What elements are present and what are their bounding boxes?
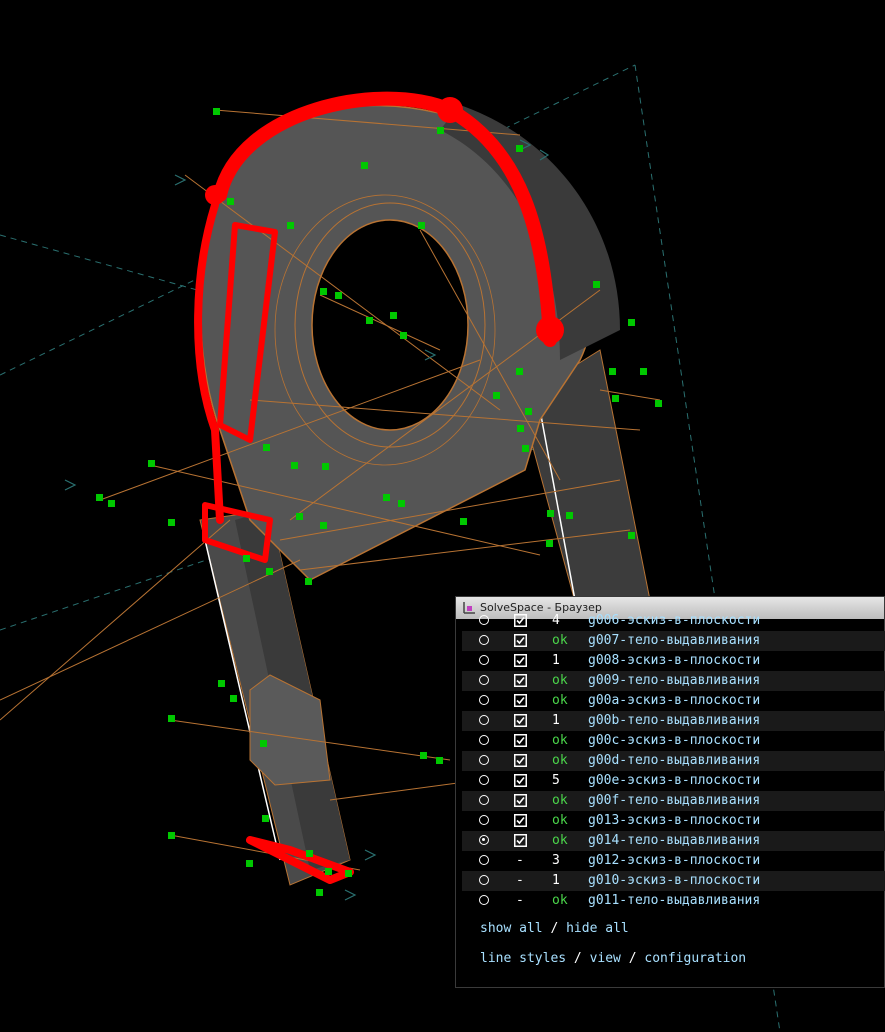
separator: / [550,921,559,936]
visibility-na: - [516,853,524,868]
visibility-checkbox-icon[interactable] [514,694,527,707]
visibility-checkbox-icon[interactable] [514,714,527,727]
active-group-radio[interactable] [479,615,489,625]
group-name-link[interactable]: g009-тело-выдавливания [588,671,760,691]
group-name-link[interactable]: g010-эскиз-в-плоскости [588,871,760,891]
line-styles-link[interactable]: line styles [480,951,566,966]
group-status: ok [552,833,568,848]
separator: / [573,951,582,966]
active-group-radio[interactable] [479,655,489,665]
active-group-radio[interactable] [479,715,489,725]
group-status: ok [552,893,568,908]
group-name-link[interactable]: g00f-тело-выдавливания [588,791,760,811]
active-group-radio[interactable] [479,795,489,805]
group-row[interactable]: ok g009-тело-выдавливания [462,671,885,691]
visibility-na: - [516,893,524,908]
hide-all-link[interactable]: hide all [566,921,629,936]
show-all-link[interactable]: show all [480,921,543,936]
visibility-checkbox-icon[interactable] [514,614,527,627]
visibility-checkbox-icon[interactable] [514,814,527,827]
group-status: ok [552,673,568,688]
group-status: ok [552,633,568,648]
group-name-link[interactable]: g007-тело-выдавливания [588,631,760,651]
group-row[interactable]: ok g00c-эскиз-в-плоскости [462,731,885,751]
group-status: 3 [552,853,560,868]
visibility-checkbox-icon[interactable] [514,634,527,647]
group-status: 1 [552,653,560,668]
active-group-radio[interactable] [479,775,489,785]
active-group-radio[interactable] [479,635,489,645]
active-group-radio[interactable] [479,675,489,685]
group-status: ok [552,793,568,808]
visibility-checkbox-icon[interactable] [514,754,527,767]
group-name-link[interactable]: g013-эскиз-в-плоскости [588,811,760,831]
settings-actions: line styles / view / configuration [480,951,746,966]
group-row[interactable]: - ok g011-тело-выдавливания [462,891,885,911]
separator: / [628,951,637,966]
group-name-link[interactable]: g011-тело-выдавливания [588,891,760,911]
active-group-radio[interactable] [479,815,489,825]
group-name-link[interactable]: g012-эскиз-в-плоскости [588,851,760,871]
group-name-link[interactable]: g008-эскиз-в-плоскости [588,651,760,671]
visibility-checkbox-icon[interactable] [514,734,527,747]
visibility-checkbox-icon[interactable] [514,654,527,667]
active-group-radio[interactable] [479,875,489,885]
active-group-radio[interactable] [479,755,489,765]
group-name-link[interactable]: g00d-тело-выдавливания [588,751,760,771]
active-group-radio[interactable] [479,895,489,905]
group-name-link[interactable]: g006-эскиз-в-плоскости [588,611,760,631]
group-row[interactable]: 4 g006-эскиз-в-плоскости [462,611,885,631]
group-status: ok [552,693,568,708]
active-group-radio[interactable] [479,855,489,865]
group-row[interactable]: - 3 g012-эскиз-в-плоскости [462,851,885,871]
group-name-link[interactable]: g00b-тело-выдавливания [588,711,760,731]
group-status: ok [552,733,568,748]
visibility-checkbox-icon[interactable] [514,794,527,807]
group-row[interactable]: 1 g00b-тело-выдавливания [462,711,885,731]
active-group-radio[interactable] [479,695,489,705]
group-status: 1 [552,873,560,888]
visibility-actions: show all / hide all [480,921,629,936]
group-name-link[interactable]: g00e-эскиз-в-плоскости [588,771,760,791]
configuration-link[interactable]: configuration [644,951,746,966]
visibility-checkbox-icon[interactable] [514,774,527,787]
browser-window[interactable]: SolveSpace - Браузер 4 g006-эскиз-в-плоск… [455,596,885,988]
group-name-link[interactable]: g014-тело-выдавливания [588,831,760,851]
visibility-checkbox-icon[interactable] [514,834,527,847]
view-link[interactable]: view [590,951,621,966]
group-status: ok [552,813,568,828]
visibility-na: - [516,873,524,888]
group-name-link[interactable]: g00c-эскиз-в-плоскости [588,731,760,751]
group-row[interactable]: ok g00d-тело-выдавливания [462,751,885,771]
group-row[interactable]: ok g00a-эскиз-в-плоскости [462,691,885,711]
group-row[interactable]: ok g014-тело-выдавливания [462,831,885,851]
group-row[interactable]: 1 g008-эскиз-в-плоскости [462,651,885,671]
group-row[interactable]: ok g00f-тело-выдавливания [462,791,885,811]
group-name-link[interactable]: g00a-эскиз-в-плоскости [588,691,760,711]
visibility-checkbox-icon[interactable] [514,674,527,687]
group-row[interactable]: ok g007-тело-выдавливания [462,631,885,651]
group-status: ok [552,753,568,768]
group-row[interactable]: ok g013-эскиз-в-плоскости [462,811,885,831]
active-group-radio[interactable] [479,735,489,745]
group-status: 5 [552,773,560,788]
group-list: 4 g006-эскиз-в-плоскости ok g007-тело-выдав… [462,611,885,911]
group-row[interactable]: - 1 g010-эскиз-в-плоскости [462,871,885,891]
group-status: 4 [552,613,560,628]
active-group-radio[interactable] [479,835,489,845]
group-status: 1 [552,713,560,728]
group-row[interactable]: 5 g00e-эскиз-в-плоскости [462,771,885,791]
